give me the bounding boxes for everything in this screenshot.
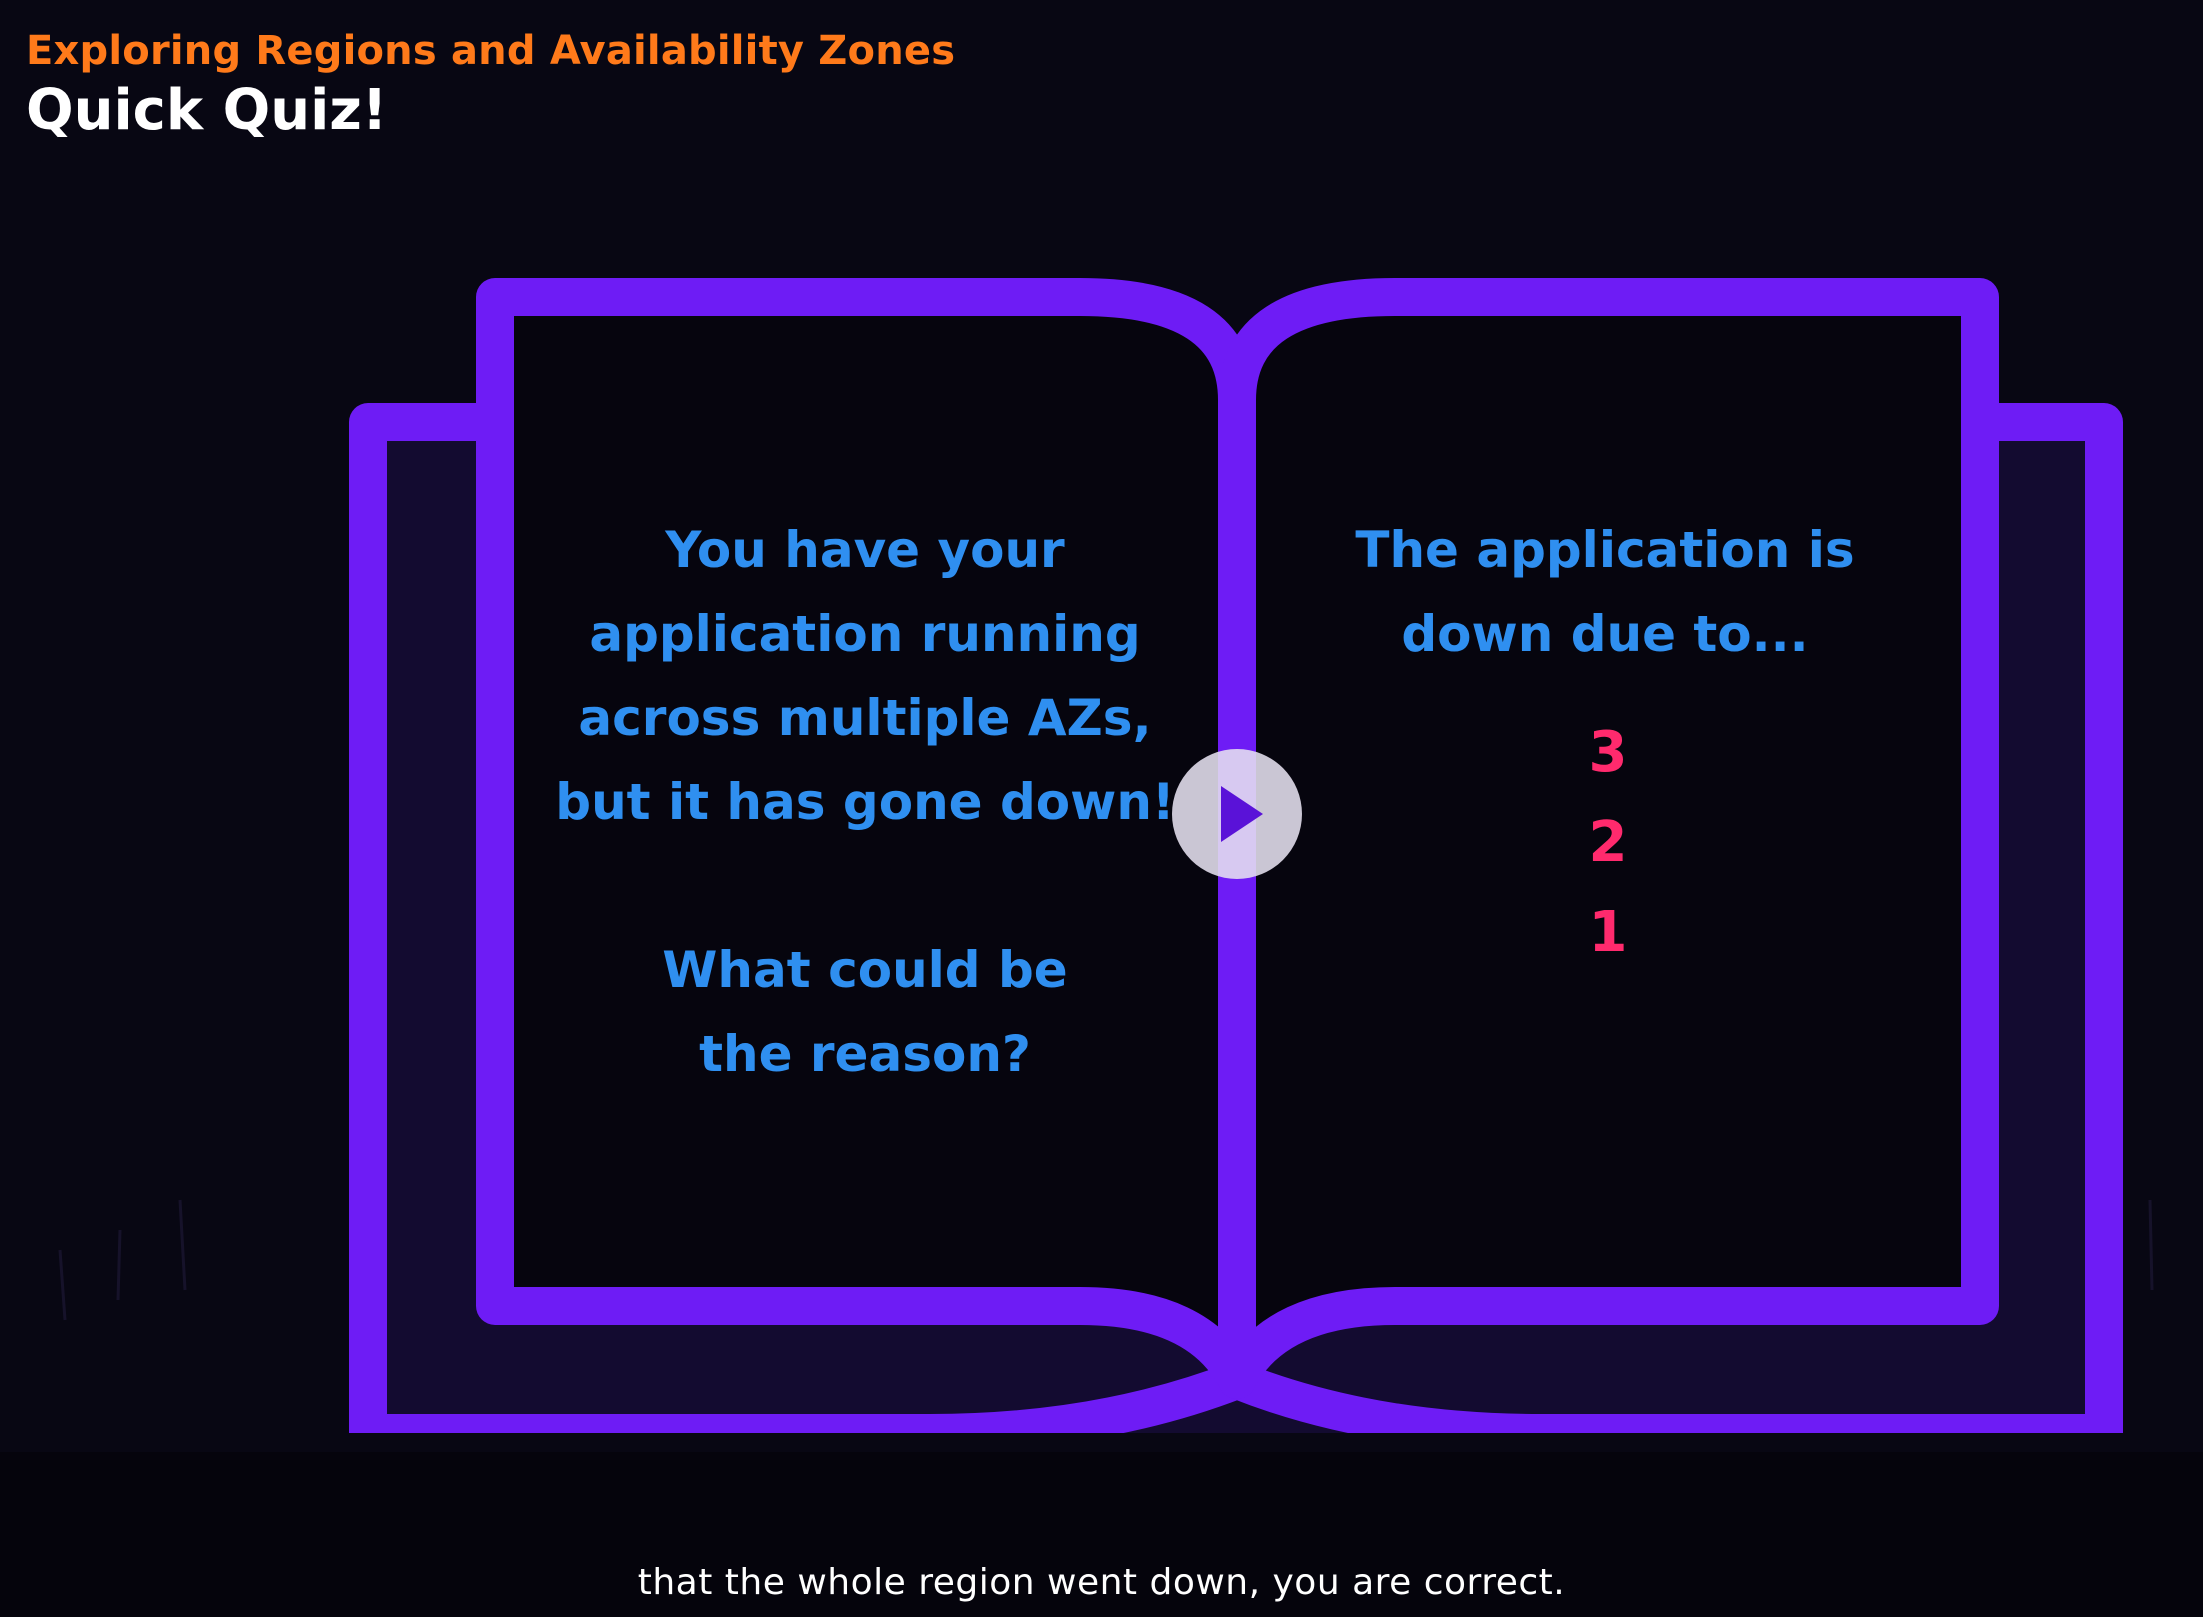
question-line: application running	[589, 605, 1141, 663]
left-page-text: You have your application running across…	[520, 508, 1210, 1096]
countdown: 3 2 1	[1510, 708, 1706, 978]
countdown-number: 3	[1588, 720, 1628, 785]
play-icon	[1221, 786, 1263, 842]
question-line: across multiple AZs,	[578, 689, 1152, 747]
video-caption: that the whole region went down, you are…	[637, 1562, 1566, 1603]
answer-prompt-line: down due to...	[1401, 605, 1809, 663]
play-button[interactable]	[1172, 749, 1302, 879]
question-line: What could be	[662, 941, 1068, 999]
course-title: Exploring Regions and Availability Zones	[26, 28, 956, 74]
question-line: You have your	[665, 521, 1065, 579]
answer-prompt-line: The application is	[1355, 521, 1855, 579]
question-line: but it has gone down!	[555, 773, 1175, 831]
video-player[interactable]: Exploring Regions and Availability Zones…	[0, 0, 2203, 1452]
countdown-number: 1	[1588, 900, 1628, 965]
slide-title: Quick Quiz!	[26, 78, 388, 143]
right-page-text: The application is down due to...	[1310, 508, 1900, 676]
countdown-number: 2	[1588, 810, 1628, 875]
question-line: the reason?	[699, 1025, 1031, 1083]
slide-header: Exploring Regions and Availability Zones…	[26, 28, 955, 143]
